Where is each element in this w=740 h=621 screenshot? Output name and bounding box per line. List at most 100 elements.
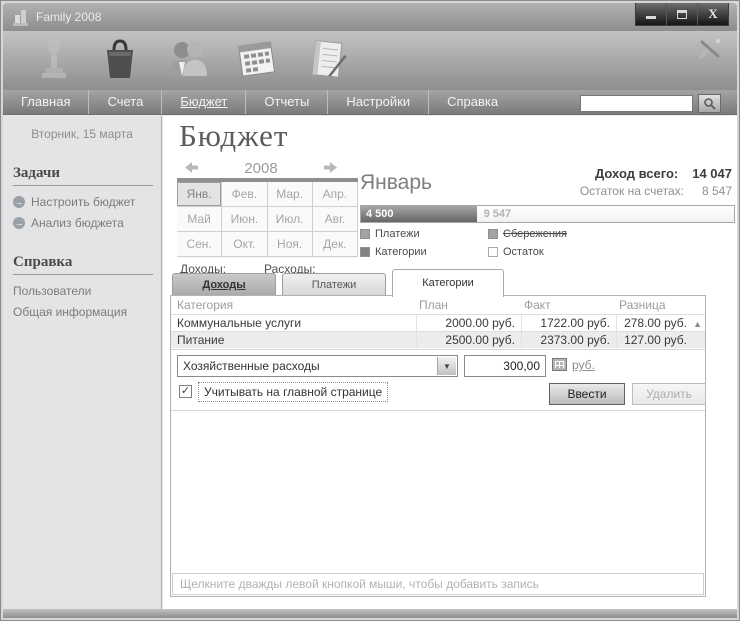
trophy-icon[interactable] <box>33 36 75 82</box>
check-icon: ✓ <box>181 385 190 397</box>
menu-item-scheta[interactable]: Счета <box>88 90 161 114</box>
accounts-balance-value: 8 547 <box>702 184 732 198</box>
month-cell-dec[interactable]: Дек. <box>313 232 358 257</box>
delete-button[interactable]: Удалить <box>632 383 706 405</box>
month-cell-mar[interactable]: Мар. <box>268 182 313 207</box>
progress-remaining-segment: 9 547 <box>477 206 734 222</box>
calculator-icon[interactable] <box>552 358 567 371</box>
title-bar: Family 2008 X <box>3 3 737 31</box>
payments-swatch-icon <box>360 229 370 239</box>
legend-label: Остаток <box>503 246 544 258</box>
month-grid: Янв. Фев. Мар. Апр. Май Июн. Июл. Авг. С… <box>177 178 358 258</box>
users-icon[interactable] <box>165 36 211 82</box>
close-button[interactable]: X <box>697 3 728 25</box>
help-link-users[interactable]: Пользователи <box>13 284 161 298</box>
window-controls: X <box>635 3 729 26</box>
cell-difference: 278.00 руб. <box>616 315 693 331</box>
separator <box>171 349 705 350</box>
cell-fact: 1722.00 руб. <box>521 315 616 331</box>
next-year-arrow-icon[interactable] <box>323 161 339 174</box>
menu-item-glavnaya[interactable]: Главная <box>3 90 88 114</box>
help-section-title: Справка <box>13 254 153 275</box>
tab-dokhody[interactable]: Доходы <box>172 273 276 296</box>
column-header-plan[interactable]: План <box>416 296 521 314</box>
close-icon: X <box>708 6 717 22</box>
window-bottom-frame <box>3 609 737 618</box>
month-cell-oct[interactable]: Окт. <box>222 232 267 257</box>
cell-plan: 2500.00 руб. <box>416 332 521 348</box>
legend-payments: Платежи <box>360 228 420 240</box>
legend-label: Категории <box>375 246 427 258</box>
page-title: Бюджет <box>179 118 288 154</box>
calendar-icon[interactable] <box>235 36 281 82</box>
task-link-label: Анализ бюджета <box>31 216 124 230</box>
minimize-icon <box>646 16 656 19</box>
category-combobox-value: Хозяйственные расходы <box>183 356 320 376</box>
shopping-bag-icon[interactable] <box>99 36 141 82</box>
month-cell-apr[interactable]: Апр. <box>313 182 358 207</box>
currency-link[interactable]: руб. <box>572 358 595 372</box>
arrow-bullet-icon: → <box>13 196 25 208</box>
column-header-difference[interactable]: Разница <box>616 296 693 314</box>
amount-input[interactable] <box>464 355 546 377</box>
remainder-checkbox-icon[interactable] <box>488 247 498 257</box>
task-link-setup-budget[interactable]: → Настроить бюджет <box>13 195 161 209</box>
menu-item-otchety[interactable]: Отчеты <box>245 90 327 114</box>
cell-category: Питание <box>171 332 416 348</box>
app-logo-icon <box>12 8 30 26</box>
month-cell-jul[interactable]: Июл. <box>268 207 313 232</box>
year-navigator: 2008 <box>183 160 339 176</box>
categories-swatch-icon <box>360 247 370 257</box>
tasks-section-title: Задачи <box>13 165 153 186</box>
combobox-dropdown-button[interactable]: ▼ <box>437 357 456 375</box>
table-row-utilities[interactable]: Коммунальные услуги 2000.00 руб. 1722.00… <box>171 314 705 331</box>
menu-item-nastroyki[interactable]: Настройки <box>327 90 428 114</box>
category-combobox[interactable]: Хозяйственные расходы ▼ <box>177 355 458 377</box>
progress-used-segment: 4 500 <box>361 206 477 222</box>
window-title: Family 2008 <box>36 3 101 31</box>
month-cell-aug[interactable]: Авг. <box>313 207 358 232</box>
maximize-button[interactable] <box>666 3 697 25</box>
month-cell-jun[interactable]: Июн. <box>222 207 267 232</box>
menu-item-byudzhet[interactable]: Бюджет <box>161 90 245 114</box>
search-button[interactable] <box>698 94 721 113</box>
month-cell-nov[interactable]: Ноя. <box>268 232 313 257</box>
legend-remainder: Остаток <box>488 246 544 258</box>
help-link-general-info[interactable]: Общая информация <box>13 305 161 319</box>
menu-bar: Главная Счета Бюджет Отчеты Настройки Сп… <box>3 89 737 115</box>
enter-button[interactable]: Ввести <box>549 383 625 405</box>
separator <box>171 410 705 411</box>
toolbar <box>3 31 737 89</box>
sidebar: Вторник, 15 марта Задачи → Настроить бюд… <box>3 116 162 609</box>
month-cell-jan[interactable]: Янв. <box>177 182 222 207</box>
tools-icon[interactable] <box>697 35 723 61</box>
search-icon <box>703 97 716 110</box>
column-header-category[interactable]: Категория <box>171 296 416 314</box>
search-input[interactable] <box>580 95 693 112</box>
main-content: Бюджет 2008 Янв. Фев. Мар. Апр. Май Июн.… <box>163 116 737 609</box>
column-header-fact[interactable]: Факт <box>521 296 616 314</box>
legend-categories: Категории <box>360 246 427 258</box>
help-list: Пользователи Общая информация <box>13 284 161 319</box>
main-page-checkbox[interactable]: ✓ <box>179 385 192 398</box>
tab-kategorii[interactable]: Категории <box>392 269 504 297</box>
scroll-up-arrow-icon[interactable]: ▲ <box>693 319 702 329</box>
month-cell-may[interactable]: Май <box>177 207 222 232</box>
totals-block: Доход всего:14 047 Остаток на счетах:8 5… <box>580 166 732 198</box>
month-cell-sep[interactable]: Сен. <box>177 232 222 257</box>
budget-progress-bar: 4 500 9 547 <box>360 205 735 223</box>
legend-label: Сбережения <box>503 228 567 240</box>
income-total-label: Доход всего: <box>595 166 678 181</box>
task-link-budget-analysis[interactable]: → Анализ бюджета <box>13 216 161 230</box>
tab-platezhi[interactable]: Платежи <box>282 273 386 296</box>
table-row-food[interactable]: Питание 2500.00 руб. 2373.00 руб. 127.00… <box>171 331 705 348</box>
minimize-button[interactable] <box>636 3 666 25</box>
notebook-icon[interactable] <box>305 36 351 82</box>
cell-category: Коммунальные услуги <box>171 315 416 331</box>
month-cell-feb[interactable]: Фев. <box>222 182 267 207</box>
current-date: Вторник, 15 марта <box>3 127 161 141</box>
menu-item-spravka[interactable]: Справка <box>428 90 516 114</box>
year-label: 2008 <box>183 160 339 177</box>
main-page-checkbox-label[interactable]: Учитывать на главной странице <box>198 382 388 402</box>
savings-swatch-icon <box>488 229 498 239</box>
